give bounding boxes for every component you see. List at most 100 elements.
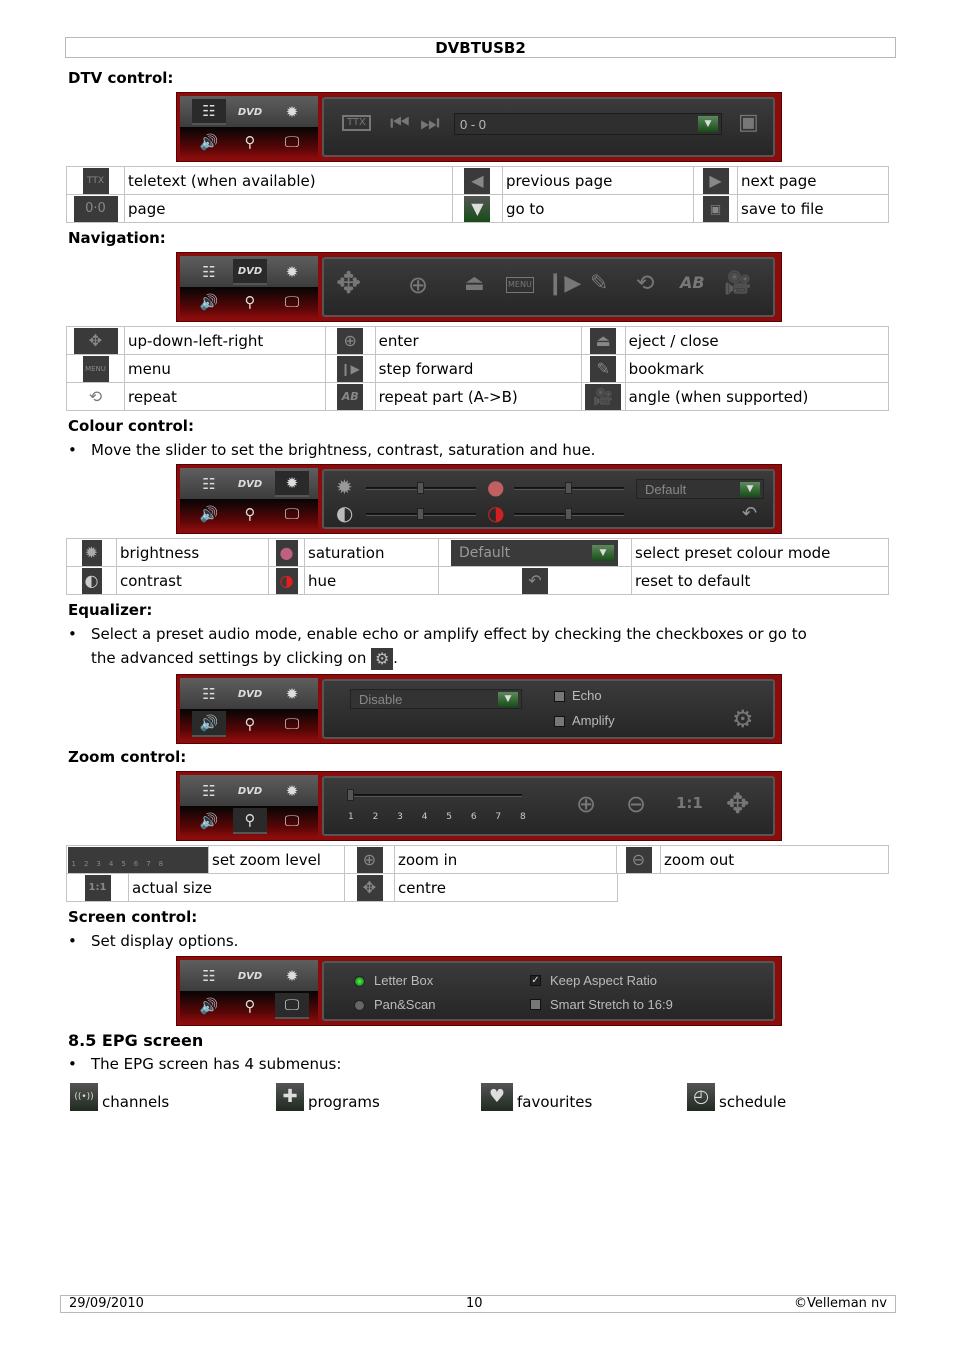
monitor-icon[interactable]: 🖵: [275, 808, 309, 834]
magnifier-icon[interactable]: ⚲: [233, 711, 267, 737]
magnifier-icon[interactable]: ⚲: [233, 501, 267, 527]
brightness-icon[interactable]: ✹: [275, 259, 309, 285]
direction-pad[interactable]: ✥: [336, 269, 361, 299]
brightness-icon[interactable]: ✹: [275, 471, 309, 497]
list-icon[interactable]: ☷: [192, 471, 226, 497]
dvd-icon[interactable]: DVD: [233, 99, 267, 125]
direction-icon: ✥: [73, 327, 118, 354]
zoom-out-button[interactable]: ⊖: [626, 792, 646, 816]
zoom-level-tick: 4: [421, 812, 428, 822]
smart-stretch-checkbox[interactable]: [530, 999, 541, 1010]
speaker-icon[interactable]: 🔊: [192, 993, 226, 1019]
menu-button[interactable]: MENU: [506, 277, 534, 293]
magnifier-icon[interactable]: ⚲: [233, 808, 267, 834]
page-icon: 0·0: [73, 195, 118, 222]
zoom-slider-icon: 12345678: [67, 846, 208, 873]
zoom-in-button[interactable]: ⊕: [576, 792, 596, 816]
panel-tabs: ☷ DVD ✹ 🔊 ⚲ 🖵: [180, 96, 318, 158]
saturation-slider-handle[interactable]: [565, 482, 572, 494]
brightness-icon[interactable]: ✹: [275, 681, 309, 707]
bookmark-icon: ✎: [590, 355, 617, 382]
list-icon[interactable]: ☷: [192, 681, 226, 707]
legend-label: hue: [304, 566, 439, 595]
magnifier-icon[interactable]: ⚲: [233, 993, 267, 1019]
teletext-button[interactable]: TTX: [342, 115, 371, 131]
chevron-down-icon[interactable]: ▼: [498, 692, 518, 707]
monitor-icon[interactable]: 🖵: [275, 129, 309, 155]
save-icon: ▣: [702, 195, 729, 222]
dvd-icon[interactable]: DVD: [233, 681, 267, 707]
keep-aspect-checkbox[interactable]: ✓: [530, 975, 541, 986]
letterbox-radio[interactable]: [354, 976, 365, 987]
actual-size-button[interactable]: 1:1: [676, 796, 703, 811]
page-field[interactable]: 0 - 0 ▼: [454, 113, 722, 135]
monitor-icon[interactable]: 🖵: [275, 289, 309, 315]
legend-label: step forward: [374, 354, 582, 383]
goto-button[interactable]: ▼: [698, 116, 718, 132]
bookmark-button[interactable]: ✎: [590, 273, 608, 295]
legend-label: up-down-left-right: [124, 326, 326, 355]
zoom-legend: 12345678 set zoom level ⊕ zoom in ⊖ zoom…: [66, 845, 889, 874]
enter-button[interactable]: ⊕: [408, 273, 428, 297]
amplify-checkbox[interactable]: [554, 716, 565, 727]
dvd-icon[interactable]: DVD: [233, 259, 267, 285]
save-to-file-button[interactable]: ▣: [738, 112, 759, 134]
monitor-icon[interactable]: 🖵: [275, 711, 309, 737]
page-footer: 29/09/2010 10 ©Velleman nv: [60, 1295, 896, 1313]
speaker-icon[interactable]: 🔊: [192, 129, 226, 155]
dvd-icon[interactable]: DVD: [233, 963, 267, 989]
monitor-icon[interactable]: 🖵: [275, 501, 309, 527]
brightness-slider-handle[interactable]: [417, 482, 424, 494]
actual-size-icon: 1:1: [84, 874, 111, 901]
equalizer-bullet: • Select a preset audio mode, enable echo…: [68, 625, 807, 643]
epg-channels: ((•)) channels: [70, 1083, 169, 1111]
zoom-in-icon: ⊕: [356, 846, 383, 873]
step-forward-button[interactable]: ❙▶: [546, 273, 581, 295]
contrast-slider-handle[interactable]: [417, 508, 424, 520]
eject-icon: ⏏: [590, 327, 617, 354]
centre-button[interactable]: ✥: [726, 790, 749, 818]
smart-stretch-label: Smart Stretch to 16:9: [550, 997, 673, 1012]
document-page: DVBTUSB2 DTV control: ☷ DVD ✹ 🔊 ⚲ 🖵 TTX …: [0, 0, 954, 1351]
zoom-level-slider[interactable]: [350, 794, 522, 797]
legend-label: previous page: [501, 166, 695, 195]
chevron-down-icon[interactable]: ▼: [740, 482, 760, 497]
angle-button[interactable]: 🎥: [724, 273, 751, 295]
gear-icon[interactable]: ⚙: [732, 707, 754, 731]
speaker-icon[interactable]: 🔊: [192, 501, 226, 527]
brightness-icon[interactable]: ✹: [275, 963, 309, 989]
speaker-icon[interactable]: 🔊: [192, 711, 226, 737]
list-icon[interactable]: ☷: [192, 778, 226, 804]
repeat-ab-button[interactable]: AB: [680, 275, 705, 291]
monitor-icon[interactable]: 🖵: [275, 993, 309, 1019]
dvd-icon[interactable]: DVD: [233, 471, 267, 497]
panscan-radio[interactable]: [354, 1000, 365, 1011]
brightness-icon[interactable]: ✹: [275, 99, 309, 125]
magnifier-icon[interactable]: ⚲: [233, 129, 267, 155]
repeat-button[interactable]: ⟲: [636, 273, 654, 295]
hue-slider-handle[interactable]: [565, 508, 572, 520]
dvd-icon[interactable]: DVD: [233, 778, 267, 804]
speaker-icon[interactable]: 🔊: [192, 808, 226, 834]
navigation-panel: ☷ DVD ✹ 🔊 ⚲ 🖵 ✥ ⊕ ⏏ MENU ❙▶ ✎ ⟲ AB 🎥: [176, 252, 782, 322]
zoom-level-handle[interactable]: [347, 789, 354, 801]
audio-preset-select[interactable]: Disable ▼: [350, 689, 522, 709]
list-icon[interactable]: ☷: [192, 259, 226, 285]
dtv-heading: DTV control:: [68, 69, 174, 87]
letterbox-label: Letter Box: [374, 973, 434, 988]
list-icon[interactable]: ☷: [192, 963, 226, 989]
eject-button[interactable]: ⏏: [464, 273, 485, 295]
list-icon[interactable]: ☷: [192, 99, 226, 125]
colour-heading: Colour control:: [68, 417, 194, 435]
reset-button[interactable]: ↶: [742, 505, 757, 523]
next-page-button[interactable]: ⏭: [420, 113, 440, 135]
previous-page-button[interactable]: ⏮: [390, 113, 410, 135]
legend-row: TTX teletext (when available) ◀ previous…: [66, 166, 889, 195]
echo-checkbox[interactable]: [554, 691, 565, 702]
brightness-icon[interactable]: ✹: [275, 778, 309, 804]
magnifier-icon[interactable]: ⚲: [233, 289, 267, 315]
colour-legend: ✹ brightness ● saturation Default ▼ selec…: [66, 538, 889, 595]
speaker-icon[interactable]: 🔊: [192, 289, 226, 315]
legend-label: angle (when supported): [624, 382, 890, 411]
colour-preset-select[interactable]: Default ▼: [636, 479, 764, 499]
